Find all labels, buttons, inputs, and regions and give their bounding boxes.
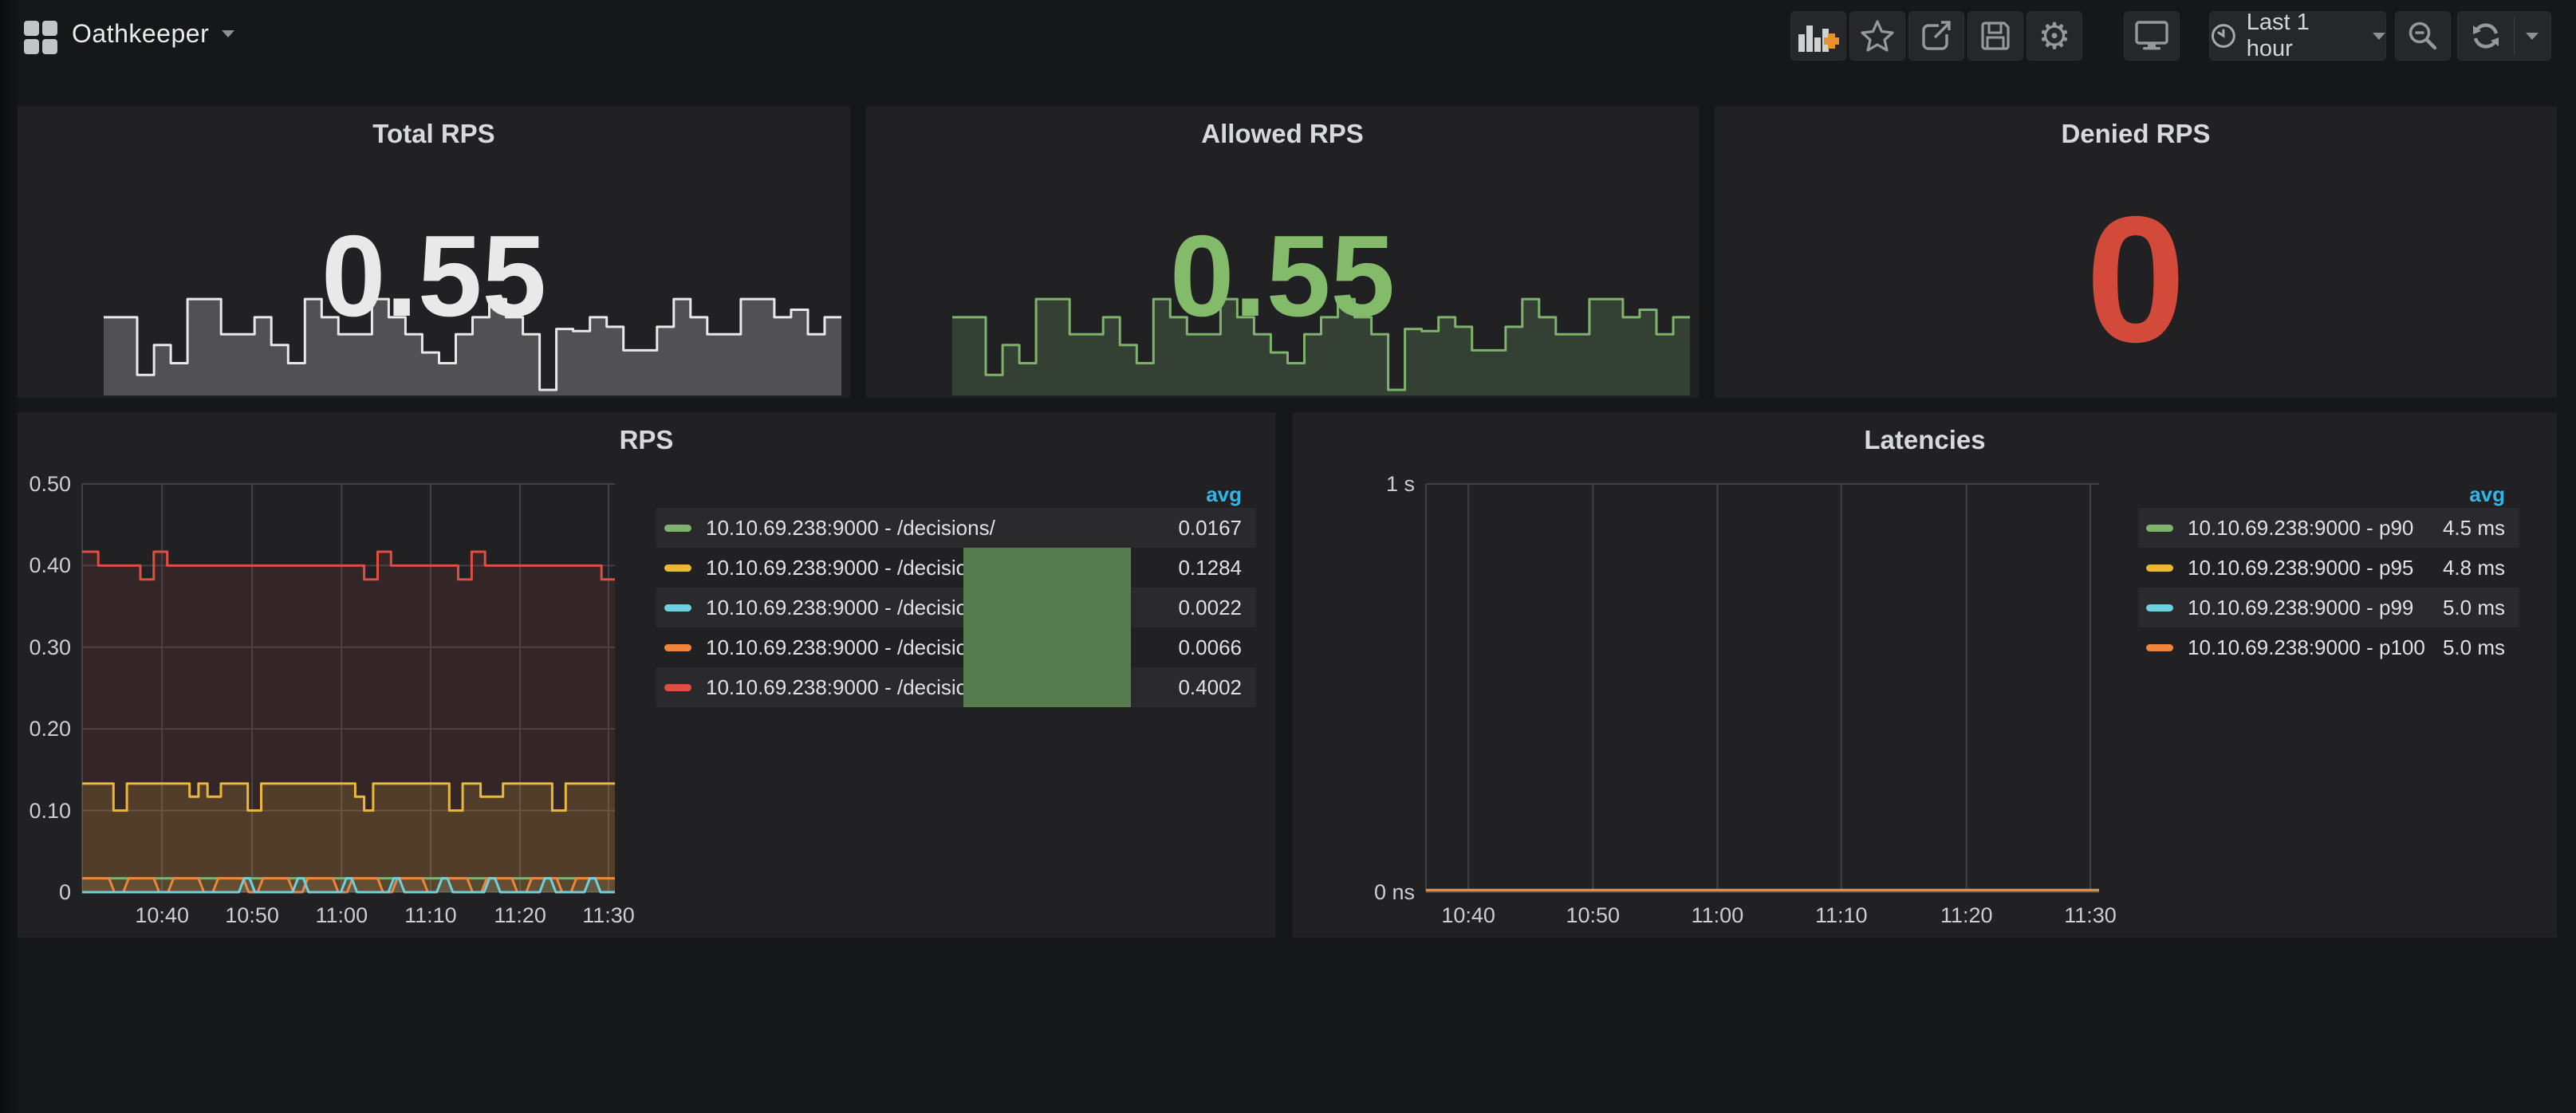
- y-tick-label: 0.20: [0, 717, 71, 741]
- share-dashboard-button[interactable]: [1908, 11, 1964, 61]
- divider: [2514, 17, 2515, 55]
- legend-series-color: [664, 564, 691, 572]
- dashboard-title: Oathkeeper: [72, 19, 209, 49]
- add-panel-button[interactable]: [1790, 11, 1846, 61]
- legend-series-label: 10.10.69.238:9000 - /decisions/: [706, 596, 995, 620]
- green-overlay-box: [963, 548, 1131, 707]
- legend-row[interactable]: 10.10.69.238:9000 - /decisions/0.0022: [656, 588, 1256, 627]
- legend-series-avg: 0.0167: [1162, 516, 1242, 541]
- legend-row[interactable]: 10.10.69.238:9000 - p95 4.8 ms: [2138, 548, 2519, 588]
- time-range-picker[interactable]: Last 1 hour: [2209, 11, 2386, 61]
- legend-row[interactable]: 10.10.69.238:9000 - /decisions/0.0167: [656, 508, 1256, 548]
- x-tick-label: 11:30: [553, 903, 664, 928]
- y-tick-label: 0 ns: [1279, 880, 1415, 905]
- legend-series-color: [664, 684, 691, 691]
- refresh-button-group: [2457, 11, 2551, 61]
- legend-series-avg: 0.0022: [1162, 596, 1242, 620]
- chevron-down-icon: [2526, 33, 2539, 40]
- legend-series-label: 10.10.69.238:9000 - /decisions/: [706, 675, 995, 700]
- star-dashboard-button[interactable]: [1849, 11, 1905, 61]
- gear-icon: ⚙: [2038, 18, 2070, 54]
- panel-title[interactable]: Denied RPS: [1715, 119, 2556, 149]
- legend-series-color: [2146, 604, 2173, 612]
- dashboard-title-dropdown[interactable]: Oathkeeper: [72, 19, 234, 49]
- chevron-down-icon: [222, 30, 234, 37]
- zoom-out-button[interactable]: [2395, 11, 2451, 61]
- legend-row[interactable]: 10.10.69.238:9000 - p1005.0 ms: [2138, 627, 2519, 667]
- y-tick-label: 1 s: [1279, 472, 1415, 497]
- time-range-label: Last 1 hour: [2247, 10, 2361, 62]
- legend-series-avg: 4.5 ms: [2427, 516, 2505, 541]
- x-tick-label: 11:20: [1911, 903, 2023, 928]
- legend-series-label: 10.10.69.238:9000 - /decisions/: [706, 635, 995, 660]
- save-dashboard-button[interactable]: [1967, 11, 2023, 61]
- refresh-interval-dropdown[interactable]: [2514, 33, 2550, 40]
- x-tick-label: 11:30: [2034, 903, 2146, 928]
- legend-row[interactable]: 10.10.69.238:9000 - p90 4.5 ms: [2138, 508, 2519, 548]
- legend-series-color: [2146, 564, 2173, 572]
- refresh-button[interactable]: [2458, 20, 2514, 52]
- legend-series-label: 10.10.69.238:9000 - p95: [2188, 556, 2413, 580]
- refresh-icon: [2470, 20, 2502, 52]
- legend-series-avg: 0.4002: [1162, 675, 1242, 700]
- legend-series-avg: 5.0 ms: [2427, 596, 2505, 620]
- star-icon: [1860, 19, 1895, 53]
- legend-row[interactable]: 10.10.69.238:9000 - p99 5.0 ms: [2138, 588, 2519, 627]
- share-icon: [1920, 19, 1953, 53]
- y-tick-label: 0.10: [0, 799, 71, 824]
- chevron-down-icon: [2373, 33, 2385, 40]
- panel-allowed-rps: Allowed RPS 0.55: [866, 107, 1699, 397]
- legend-row[interactable]: 10.10.69.238:9000 - /decisions/0.0066: [656, 627, 1256, 667]
- legend-series-color: [664, 644, 691, 651]
- zoom-out-icon: [2406, 19, 2440, 53]
- dashboard-settings-button[interactable]: ⚙: [2027, 11, 2082, 61]
- legend-row[interactable]: 10.10.69.238:9000 - /decisions/0.1284: [656, 548, 1256, 588]
- legend-series-label: 10.10.69.238:9000 - p100: [2188, 635, 2425, 660]
- legend-series-label: 10.10.69.238:9000 - p90: [2188, 516, 2413, 541]
- tv-mode-button[interactable]: [2124, 11, 2180, 61]
- x-tick-label: 10:40: [1412, 903, 1524, 928]
- legend-avg-header[interactable]: avg: [2138, 481, 2519, 508]
- dashboard-grid-icon[interactable]: [24, 21, 57, 54]
- clock-icon: [2210, 22, 2237, 49]
- panel-title[interactable]: Allowed RPS: [867, 119, 1698, 149]
- stat-value: 0: [1715, 176, 2556, 383]
- legend-series-color: [2146, 525, 2173, 532]
- stat-value: 0.55: [18, 210, 849, 343]
- legend-series-avg: 4.8 ms: [2427, 556, 2505, 580]
- legend-series-color: [2146, 644, 2173, 651]
- legend-series-color: [664, 604, 691, 612]
- legend: avg10.10.69.238:9000 - p904.5 ms10.10.69…: [2138, 481, 2519, 667]
- panel-latencies-graph: Latencies 0 ns1 s10:4010:5011:0011:1011:…: [1293, 413, 2557, 938]
- panel-rps-graph: RPS 00.100.200.300.400.5010:4010:5011:00…: [18, 413, 1275, 938]
- legend: avg10.10.69.238:9000 - /decisions/0.0167…: [656, 481, 1256, 707]
- panel-denied-rps: Denied RPS 0: [1715, 107, 2557, 397]
- x-tick-label: 11:00: [1661, 903, 1773, 928]
- y-tick-label: 0.30: [0, 635, 71, 660]
- legend-series-label: 10.10.69.238:9000 - /decisions/: [706, 556, 995, 580]
- legend-series-avg: 5.0 ms: [2427, 635, 2505, 660]
- x-tick-label: 10:50: [1537, 903, 1648, 928]
- monitor-icon: [2133, 19, 2170, 53]
- panel-total-rps: Total RPS 0.55: [18, 107, 850, 397]
- y-tick-label: 0.50: [0, 472, 71, 497]
- y-tick-label: 0.40: [0, 553, 71, 578]
- legend-series-label: 10.10.69.238:9000 - p99: [2188, 596, 2413, 620]
- legend-row[interactable]: 10.10.69.238:9000 - /decisions/0.4002: [656, 667, 1256, 707]
- x-tick-label: 11:10: [1786, 903, 1897, 928]
- add-panel-icon: [1798, 18, 1839, 53]
- legend-series-avg: 0.1284: [1162, 556, 1242, 580]
- y-tick-label: 0: [0, 880, 71, 905]
- panel-title[interactable]: Total RPS: [18, 119, 849, 149]
- save-icon: [1979, 19, 2012, 53]
- legend-series-label: 10.10.69.238:9000 - /decisions/: [706, 516, 995, 541]
- legend-series-avg: 0.0066: [1162, 635, 1242, 660]
- legend-avg-header[interactable]: avg: [656, 481, 1256, 508]
- navbar: Oathkeeper ⚙: [0, 0, 2576, 77]
- stat-value: 0.55: [867, 210, 1698, 343]
- legend-series-color: [664, 525, 691, 532]
